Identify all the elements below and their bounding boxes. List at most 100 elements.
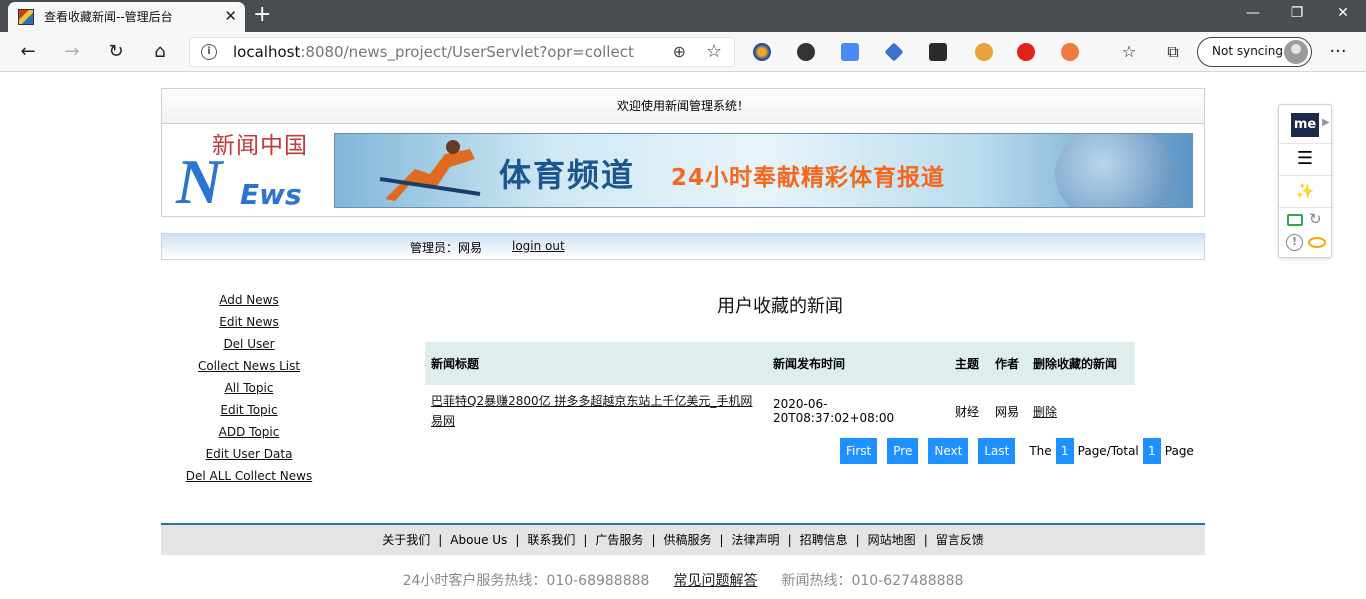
- avatar: [1284, 40, 1308, 64]
- last-page-button[interactable]: Last: [978, 438, 1016, 464]
- nav-add-topic[interactable]: ADD Topic: [170, 422, 328, 444]
- logo-n-letter: N: [176, 146, 223, 217]
- collected-news-table: 新闻标题 新闻发布时间 主题 作者 删除收藏的新闻 巴菲特Q2暴赚2800亿 拼…: [425, 342, 1135, 437]
- admin-label: 管理员：网易: [410, 241, 483, 255]
- nav-edit-user-data[interactable]: Edit User Data: [170, 444, 328, 466]
- footer-separator: |: [438, 533, 443, 547]
- footer-link-sitemap[interactable]: 网站地图: [868, 533, 916, 547]
- tab-title: 查看收藏新闻--管理后台: [44, 10, 173, 24]
- title-bar: 查看收藏新闻--管理后台 ✕ + — ❐ ✕: [0, 0, 1366, 32]
- logout-link[interactable]: login out: [512, 239, 565, 253]
- nav-del-user[interactable]: Del User: [170, 334, 328, 356]
- url-host: localhost: [233, 43, 301, 61]
- tab-favicon-icon: [18, 9, 34, 25]
- minimize-button[interactable]: —: [1230, 3, 1276, 23]
- footer-link-jobs[interactable]: 招聘信息: [800, 533, 848, 547]
- delete-link[interactable]: 删除: [1033, 405, 1057, 419]
- menu-icon[interactable]: ☰: [1279, 143, 1331, 175]
- back-button[interactable]: ←: [16, 40, 40, 64]
- current-page-number: 1: [1055, 438, 1074, 464]
- news-title-link[interactable]: 巴菲特Q2暴赚2800亿 拼多多超越京东站上千亿美元_手机网易网: [431, 394, 752, 428]
- tab-close-icon[interactable]: ✕: [224, 6, 237, 26]
- alert-icon[interactable]: !: [1286, 234, 1303, 251]
- footer-link-contact[interactable]: 联系我们: [527, 533, 575, 547]
- athlete-image: [379, 140, 481, 201]
- news-hotline: 新闻热线：010-627488888: [781, 573, 964, 589]
- restore-button[interactable]: ❐: [1274, 3, 1320, 23]
- extension-nodes-icon[interactable]: [1061, 43, 1079, 61]
- table-header-row: 新闻标题 新闻发布时间 主题 作者 删除收藏的新闻: [425, 342, 1135, 385]
- nav-edit-topic[interactable]: Edit Topic: [170, 400, 328, 422]
- banner-subtitle: 24小时奉献精彩体育报道: [671, 165, 946, 191]
- hotline-bar: 24小时客户服务热线：010-68988888 常见问题解答 新闻热线：010-62…: [161, 570, 1205, 590]
- sports-channel-banner: 体育频道 24小时奉献精彩体育报道: [334, 133, 1193, 208]
- nav-all-topic[interactable]: All Topic: [170, 378, 328, 400]
- nav-add-news[interactable]: Add News: [170, 290, 328, 312]
- footer-link-about-en[interactable]: Aboue Us: [450, 533, 507, 547]
- extension-ublock-icon[interactable]: [1017, 43, 1035, 61]
- prev-page-button[interactable]: Pre: [887, 438, 919, 464]
- footer-link-feedback[interactable]: 留言反馈: [936, 533, 984, 547]
- footer-separator: |: [515, 533, 520, 547]
- footer-link-about[interactable]: 关于我们: [382, 533, 430, 547]
- next-page-button[interactable]: Next: [928, 438, 969, 464]
- extension-side-panel: me ▶ ☰ ✨ ↻ !: [1278, 104, 1332, 258]
- news-topic: 财经: [955, 404, 980, 419]
- header-time: 新闻发布时间: [767, 342, 949, 385]
- news-time: 2020-06-20T08:37:02+08:00: [773, 397, 895, 425]
- footer-link-ads[interactable]: 广告服务: [595, 533, 643, 547]
- faq-link[interactable]: 常见问题解答: [673, 573, 757, 589]
- new-tab-button[interactable]: +: [253, 3, 271, 27]
- header-author: 作者: [989, 342, 1027, 385]
- close-window-button[interactable]: ✕: [1320, 3, 1366, 23]
- logo-ews-text: Ews: [240, 178, 302, 211]
- sync-button[interactable]: Not syncing: [1197, 37, 1312, 67]
- nav-collect-news-list[interactable]: Collect News List: [170, 356, 328, 378]
- header-topic: 主题: [949, 342, 989, 385]
- extension-diamond-icon[interactable]: [884, 42, 904, 62]
- cast-icon[interactable]: [1287, 214, 1303, 226]
- nav-del-all-collect-news[interactable]: Del ALL Collect News: [170, 466, 328, 488]
- reload-button[interactable]: ↻: [104, 40, 128, 64]
- footer-separator: |: [651, 533, 656, 547]
- table-row: 巴菲特Q2暴赚2800亿 拼多多超越京东站上千亿美元_手机网易网 2020-06…: [425, 385, 1135, 437]
- refresh-icon[interactable]: ↻: [1309, 210, 1322, 228]
- expand-arrow-icon[interactable]: ▶: [1322, 117, 1330, 128]
- footer-separator: |: [719, 533, 724, 547]
- browser-toolbar: ← → ↻ ⌂ i localhost:8080/news_project/Us…: [0, 32, 1366, 72]
- admin-bar: 管理员：网易 login out: [161, 233, 1205, 260]
- pager-the-label: The: [1029, 444, 1052, 458]
- browser-tab[interactable]: 查看收藏新闻--管理后台 ✕: [8, 2, 245, 32]
- header-delete: 删除收藏的新闻: [1027, 342, 1135, 385]
- favorite-star-icon[interactable]: ☆: [706, 41, 722, 62]
- footer-links: 关于我们 | Aboue Us | 联系我们 | 广告服务 | 供稿服务 | 法律声明 | 招聘信息 | 网…: [161, 525, 1205, 555]
- footer-separator: |: [923, 533, 928, 547]
- footer-link-contribute[interactable]: 供稿服务: [663, 533, 711, 547]
- first-page-button[interactable]: First: [840, 438, 878, 464]
- url-path: :8080/news_project/UserServlet?opr=colle…: [300, 43, 634, 61]
- left-nav: Add News Edit News Del User Collect News…: [170, 290, 328, 488]
- extension-circle-icon[interactable]: [797, 43, 815, 61]
- footer-separator: |: [787, 533, 792, 547]
- favorites-icon[interactable]: ☆: [1117, 40, 1141, 64]
- forward-button[interactable]: →: [60, 40, 84, 64]
- home-button[interactable]: ⌂: [148, 40, 172, 64]
- pager-page-label: Page: [1164, 444, 1194, 458]
- magic-wand-icon[interactable]: ✨: [1279, 175, 1331, 207]
- extension-x-icon[interactable]: [929, 43, 947, 61]
- address-bar[interactable]: i localhost:8080/news_project/UserServle…: [189, 37, 735, 67]
- more-menu-icon[interactable]: ···: [1326, 40, 1350, 64]
- me-logo-icon[interactable]: me: [1291, 113, 1319, 137]
- info-icon[interactable]: i: [201, 44, 217, 60]
- extension-fox-icon[interactable]: [753, 43, 771, 61]
- collections-icon[interactable]: ⧉: [1161, 40, 1185, 64]
- extension-compass-icon[interactable]: [975, 43, 993, 61]
- welcome-bar: 欢迎使用新闻管理系统！: [161, 88, 1205, 124]
- service-hotline: 24小时客户服务热线：010-68988888: [402, 573, 650, 589]
- extension-translate-icon[interactable]: [841, 43, 859, 61]
- footer-link-legal[interactable]: 法律声明: [732, 533, 780, 547]
- url-text[interactable]: localhost:8080/news_project/UserServlet?…: [233, 43, 634, 61]
- nav-edit-news[interactable]: Edit News: [170, 312, 328, 334]
- zoom-icon[interactable]: ⊕: [673, 42, 686, 61]
- eye-icon[interactable]: [1308, 237, 1326, 248]
